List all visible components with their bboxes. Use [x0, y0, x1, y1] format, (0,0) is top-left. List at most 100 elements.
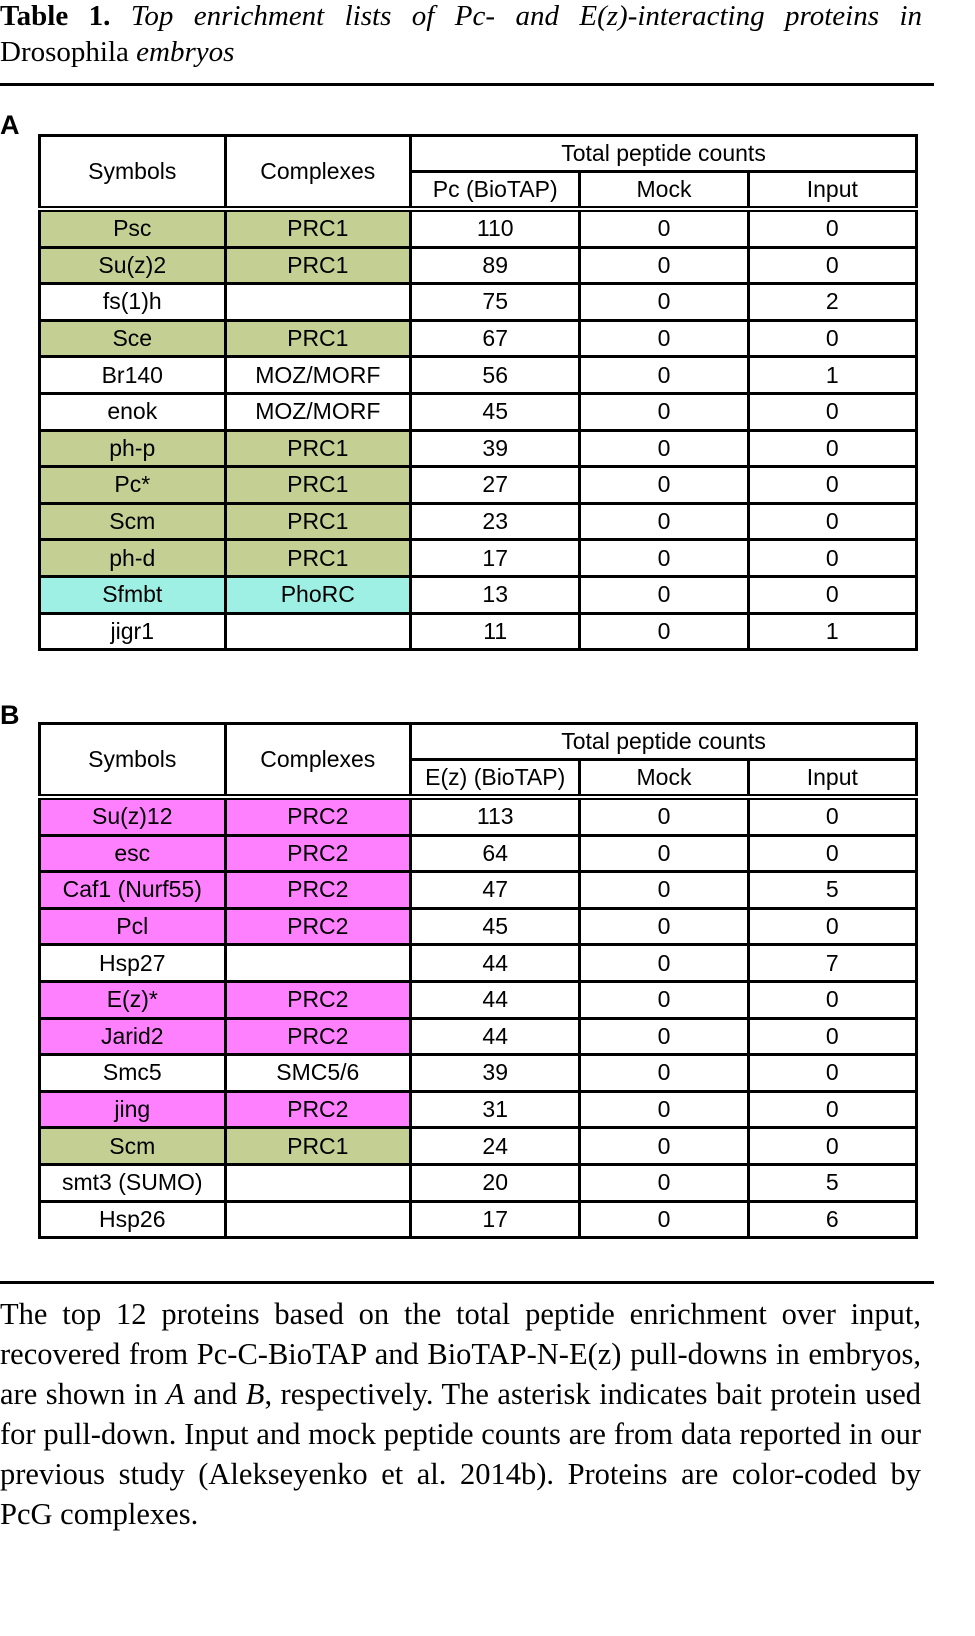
- cell-symbol: Psc: [38, 207, 227, 249]
- cell-mock-count: 0: [578, 1199, 750, 1240]
- cell-mock-count: 0: [578, 501, 750, 542]
- cell-input-count: 7: [746, 943, 919, 983]
- cell-symbol: ph-p: [38, 428, 227, 469]
- cell-symbol: fs(1)h: [38, 282, 227, 322]
- cell-bait-count: 64: [409, 833, 582, 874]
- cell-input-count: 0: [746, 1126, 919, 1166]
- cell-bait-count: 17: [409, 538, 582, 578]
- cell-symbol: Caf1 (Nurf55): [38, 870, 227, 910]
- cell-input-count: 0: [746, 979, 919, 1020]
- table-row: esc PRC2 64 0 0: [38, 833, 919, 874]
- cell-mock-count: 0: [578, 943, 750, 983]
- cell-complex: PRC2: [223, 906, 413, 947]
- cell-mock-count: 0: [578, 979, 750, 1020]
- cell-input-count: 2: [746, 282, 919, 322]
- table-row: Hsp26 17 0 6: [38, 1199, 919, 1240]
- cell-mock-count: 0: [578, 245, 750, 286]
- cell-input-count: 0: [746, 501, 919, 542]
- table-row: Br140 MOZ/MORF 56 0 1: [38, 355, 919, 395]
- table-row: fs(1)h 75 0 2: [38, 282, 919, 322]
- table-row: Scm PRC1 23 0 0: [38, 501, 919, 542]
- title-text-italic-2: embryos: [136, 36, 235, 68]
- table-number: Table 1.: [0, 0, 111, 32]
- cell-complex: MOZ/MORF: [223, 391, 413, 432]
- cell-symbol: Su(z)12: [38, 795, 227, 837]
- cell-symbol: Scm: [38, 1126, 227, 1166]
- cell-symbol: Pcl: [38, 906, 227, 947]
- cell-symbol: Sce: [38, 318, 227, 359]
- cell-input-count: 0: [746, 795, 919, 837]
- table-row: ph-d PRC1 17 0 0: [38, 538, 919, 578]
- header-input: Input: [746, 170, 919, 212]
- caption-ref-a: A: [166, 1377, 185, 1411]
- top-rule: [0, 83, 934, 86]
- header-symbols: Symbols: [38, 134, 227, 212]
- cell-input-count: 1: [746, 611, 919, 652]
- table-body-a: Psc PRC1 110 0 0 Su(z)2 PRC1 89 0 0 fs(1)h 75 0 2 Sce P…: [38, 207, 919, 652]
- cell-bait-count: 11: [409, 611, 582, 652]
- cell-mock-count: 0: [578, 282, 750, 322]
- cell-mock-count: 0: [578, 833, 750, 874]
- cell-input-count: 0: [746, 245, 919, 286]
- cell-symbol: Pc*: [38, 465, 227, 505]
- cell-input-count: 0: [746, 465, 919, 505]
- cell-input-count: 0: [746, 428, 919, 469]
- table-caption: The top 12 proteins based on the total p…: [0, 1294, 921, 1534]
- cell-complex: [223, 1162, 413, 1203]
- cell-input-count: 0: [746, 1053, 919, 1093]
- cell-symbol: Su(z)2: [38, 245, 227, 286]
- header-total-peptide-counts: Total peptide counts: [409, 722, 918, 761]
- cell-complex: PhoRC: [223, 574, 413, 615]
- header-complexes: Complexes: [223, 134, 413, 212]
- cell-symbol: Hsp27: [38, 943, 227, 983]
- title-text-italic-1: Top enrichment lists of Pc- and E(z)-int…: [130, 0, 923, 32]
- cell-input-count: 6: [746, 1199, 919, 1240]
- cell-input-count: 5: [746, 1162, 919, 1203]
- table-body-b: Su(z)12 PRC2 113 0 0 esc PRC2 64 0 0 Caf1 (Nurf55)…: [38, 795, 919, 1240]
- cell-complex: PRC1: [223, 465, 413, 505]
- header-input: Input: [746, 758, 919, 800]
- cell-mock-count: 0: [578, 318, 750, 359]
- table-row: Pcl PRC2 45 0 0: [38, 906, 919, 947]
- cell-mock-count: 0: [578, 391, 750, 432]
- table-row: smt3 (SUMO) 20 0 5: [38, 1162, 919, 1203]
- cell-input-count: 0: [746, 391, 919, 432]
- table-row: ph-p PRC1 39 0 0: [38, 428, 919, 469]
- cell-complex: PRC1: [223, 538, 413, 578]
- cell-complex: [223, 282, 413, 322]
- cell-bait-count: 23: [409, 501, 582, 542]
- table-row: Hsp27 44 0 7: [38, 943, 919, 983]
- cell-bait-count: 31: [409, 1089, 582, 1130]
- table-row: Sfmbt PhoRC 13 0 0: [38, 574, 919, 615]
- header-mock: Mock: [578, 758, 750, 800]
- cell-complex: PRC1: [223, 428, 413, 469]
- cell-symbol: Sfmbt: [38, 574, 227, 615]
- cell-mock-count: 0: [578, 611, 750, 652]
- cell-symbol: Jarid2: [38, 1016, 227, 1057]
- table-row: Pc* PRC1 27 0 0: [38, 465, 919, 505]
- table-row: Smc5 SMC5/6 39 0 0: [38, 1053, 919, 1093]
- cell-mock-count: 0: [578, 1016, 750, 1057]
- cell-mock-count: 0: [578, 1162, 750, 1203]
- cell-symbol: esc: [38, 833, 227, 874]
- cell-complex: PRC2: [223, 870, 413, 910]
- cell-complex: SMC5/6: [223, 1053, 413, 1093]
- cell-bait-count: 56: [409, 355, 582, 395]
- cell-mock-count: 0: [578, 1053, 750, 1093]
- cell-bait-count: 27: [409, 465, 582, 505]
- cell-symbol: jing: [38, 1089, 227, 1130]
- table-row: E(z)* PRC2 44 0 0: [38, 979, 919, 1020]
- table-title: Table 1. Top enrichment lists of Pc- and…: [0, 0, 922, 70]
- cell-mock-count: 0: [578, 1089, 750, 1130]
- header-complexes: Complexes: [223, 722, 413, 800]
- cell-bait-count: 44: [409, 979, 582, 1020]
- table-row: Psc PRC1 110 0 0: [38, 207, 919, 249]
- table-row: Jarid2 PRC2 44 0 0: [38, 1016, 919, 1057]
- cell-bait-count: 39: [409, 428, 582, 469]
- table-row: jigr1 11 0 1: [38, 611, 919, 652]
- cell-symbol: jigr1: [38, 611, 227, 652]
- cell-bait-count: 47: [409, 870, 582, 910]
- title-organism: Drosophila: [0, 36, 129, 68]
- cell-bait-count: 13: [409, 574, 582, 615]
- panel-label-b: B: [0, 700, 20, 730]
